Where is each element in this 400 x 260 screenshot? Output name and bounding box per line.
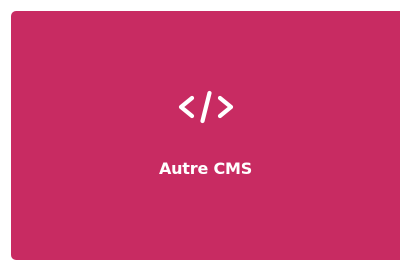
cms-option-card[interactable]: Autre CMS — [11, 11, 400, 260]
card-label: Autre CMS — [158, 159, 253, 178]
code-icon — [11, 87, 400, 127]
